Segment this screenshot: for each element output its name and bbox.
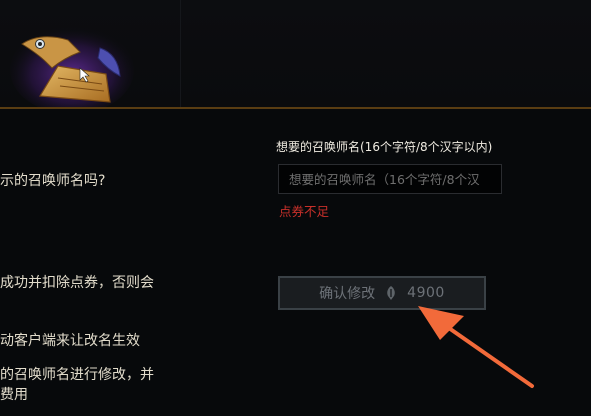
confirm-rename-label: 确认修改 [319,286,376,302]
insufficient-points-error: 点券不足 [279,204,330,219]
description-line-3: 的召唤师名进行修改，并 [0,367,154,383]
question-text: 示的召唤师名吗? [0,173,106,189]
price-value: 4900 [407,285,445,301]
top-banner [0,0,591,108]
confirm-rename-button[interactable]: 确认修改 4900 [278,276,486,310]
riot-points-icon [387,286,395,300]
summoner-rename-scroll-icon [10,26,134,108]
description-line-4: 费用 [0,387,28,403]
gold-separator [0,107,591,109]
description-line-1: 成功并扣除点券，否则会 [0,275,154,291]
summoner-name-label: 想要的召唤师名(16个字符/8个汉字以内) [276,140,493,154]
description-line-2: 动客户端来让改名生效 [0,333,140,349]
rename-page: 示的召唤师名吗? 成功并扣除点券，否则会 动客户端来让改名生效 的召唤师名进行修… [0,0,591,416]
summoner-name-input[interactable] [278,164,502,194]
banner-divider [180,0,181,108]
